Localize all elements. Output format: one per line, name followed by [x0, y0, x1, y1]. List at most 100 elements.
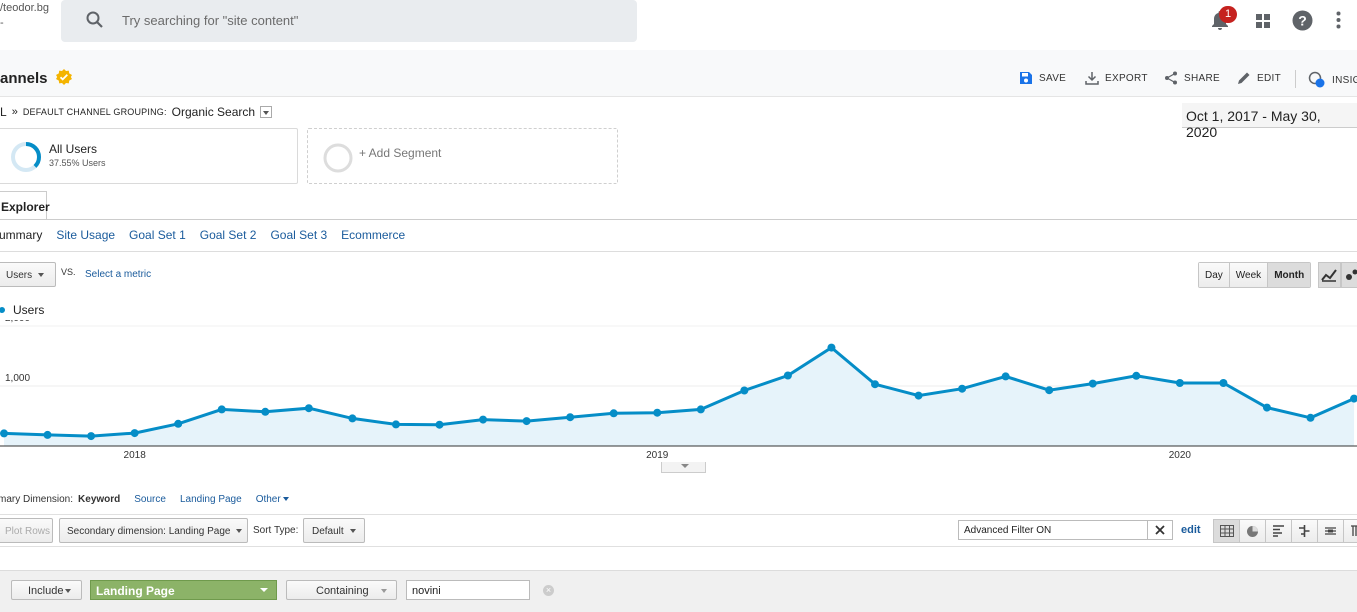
chevron-down-icon — [260, 588, 268, 592]
pivot-icon — [1351, 525, 1357, 536]
remove-filter-button[interactable]: × — [543, 585, 554, 596]
edit-button[interactable]: EDIT — [1237, 71, 1281, 85]
close-icon — [1155, 525, 1165, 535]
data-point — [1132, 371, 1141, 380]
apps-grid-icon — [1256, 14, 1270, 28]
performance-view-button[interactable] — [1266, 520, 1292, 542]
secondary-dimension-dropdown[interactable]: Secondary dimension: Landing Page — [59, 518, 248, 543]
breadcrumb-dropdown[interactable] — [260, 106, 273, 118]
subtab-summary[interactable]: ummary — [0, 228, 42, 242]
more-menu-button[interactable] — [1336, 11, 1341, 34]
add-segment-label: + Add Segment — [359, 146, 442, 160]
data-point — [871, 380, 879, 389]
data-point — [1306, 413, 1315, 422]
pivot-view-button[interactable] — [1344, 520, 1357, 542]
breadcrumb-prefix[interactable]: L — [0, 105, 7, 119]
breadcrumb-group-label: DEFAULT CHANNEL GROUPING: — [22, 107, 167, 117]
comparison-view-button[interactable] — [1292, 520, 1318, 542]
apps-button[interactable] — [1255, 13, 1271, 34]
bars-icon — [1273, 525, 1284, 537]
line-chart-button[interactable] — [1318, 262, 1341, 288]
metric-selected: Users — [6, 270, 33, 281]
select-metric-link[interactable]: Select a metric — [85, 269, 151, 280]
motion-chart-button[interactable] — [1340, 262, 1357, 288]
filter-value-input[interactable]: novini — [406, 580, 530, 600]
day-button[interactable]: Day — [1199, 263, 1230, 287]
tab-explorer[interactable]: Explorer — [0, 191, 50, 220]
share-button[interactable]: SHARE — [1164, 71, 1220, 85]
users-over-time-chart: 1,000 2,000 2018 2019 2020 — [0, 320, 1357, 461]
chevron-down-icon — [65, 589, 72, 594]
subtab-site-usage[interactable]: Site Usage — [56, 228, 115, 242]
property-name[interactable]: /teodor.bg — [0, 2, 49, 14]
data-point — [609, 409, 618, 418]
export-button[interactable]: EXPORT — [1085, 71, 1148, 85]
dimension-source[interactable]: Source — [134, 494, 166, 505]
save-button[interactable]: SAVE — [1019, 71, 1066, 85]
filter-dimension-dropdown[interactable]: Landing Page — [90, 580, 277, 600]
dimension-landing-page[interactable]: Landing Page — [180, 494, 242, 505]
scatter-chart-icon — [1345, 269, 1357, 280]
metric-dropdown[interactable]: Users — [0, 262, 56, 287]
plot-rows-button[interactable]: Plot Rows — [0, 518, 53, 543]
subtab-goal-set-2[interactable]: Goal Set 2 — [200, 228, 257, 242]
add-segment-button[interactable]: + Add Segment — [307, 128, 618, 184]
help-icon: ? — [1292, 10, 1313, 31]
advanced-filter-field[interactable]: Advanced Filter ON — [958, 520, 1148, 540]
segment-donut-icon — [11, 142, 41, 172]
filter-dimension-label: Landing Page — [96, 584, 175, 598]
dimension-keyword[interactable]: Keyword — [78, 494, 120, 505]
data-point — [479, 415, 488, 424]
primary-dimension-bar: mary Dimension: Keyword Source Landing P… — [0, 494, 289, 505]
subtab-goal-set-1[interactable]: Goal Set 1 — [129, 228, 186, 242]
week-button[interactable]: Week — [1229, 263, 1269, 287]
subtab-ecommerce[interactable]: Ecommerce — [341, 228, 405, 242]
data-point — [0, 429, 8, 438]
sort-type-dropdown[interactable]: Default — [303, 518, 365, 543]
chart-type-buttons — [1318, 262, 1357, 288]
chevron-down-icon — [263, 111, 270, 115]
empty-segment-icon — [323, 143, 353, 173]
date-range-picker[interactable]: Oct 1, 2017 - May 30, 2020 — [1182, 103, 1357, 140]
table-view-button[interactable] — [1214, 520, 1240, 542]
notifications-button[interactable]: 1 — [1210, 6, 1237, 32]
property-sub: - — [0, 17, 4, 29]
tab-divider — [0, 219, 1357, 220]
clear-filter-button[interactable] — [1148, 520, 1173, 540]
download-icon — [1085, 72, 1099, 85]
chevron-down-icon — [349, 529, 356, 534]
help-button[interactable]: ? — [1292, 10, 1313, 36]
vs-label: VS. — [61, 267, 76, 277]
x-tick-label: 2018 — [124, 450, 147, 461]
month-button[interactable]: Month — [1268, 263, 1311, 287]
top-bar: /teodor.bg - Try searching for "site con… — [0, 0, 1357, 50]
edit-filter-link[interactable]: edit — [1181, 524, 1201, 536]
search-input[interactable]: Try searching for "site content" — [61, 0, 637, 42]
primary-dimension-label: mary Dimension: — [0, 494, 74, 505]
chevron-down-icon — [681, 464, 689, 468]
breadcrumb-separator: » — [11, 106, 18, 118]
data-point — [435, 420, 444, 429]
dimension-other[interactable]: Other — [256, 494, 289, 505]
insights-button[interactable]: INSIG — [1308, 71, 1357, 89]
segment-all-users[interactable]: All Users 37.55% Users — [0, 128, 298, 184]
data-point — [348, 414, 357, 423]
save-icon — [1020, 72, 1032, 84]
data-point — [1001, 372, 1010, 381]
chart-collapse-handle[interactable] — [661, 462, 706, 473]
sort-type-value: Default — [312, 526, 344, 537]
term-cloud-view-button[interactable] — [1318, 520, 1344, 542]
data-point — [43, 430, 52, 439]
percentage-view-button[interactable] — [1240, 520, 1266, 542]
include-label: Include — [28, 585, 64, 597]
include-dropdown[interactable]: Include — [11, 580, 82, 600]
match-type-dropdown[interactable]: Containing — [286, 580, 397, 600]
subtab-goal-set-3[interactable]: Goal Set 3 — [270, 228, 327, 242]
breadcrumb-group-value: Organic Search — [171, 105, 256, 119]
chevron-down-icon — [236, 529, 243, 534]
verified-badge-icon — [55, 69, 72, 85]
explorer-subtabs: ummary Site Usage Goal Set 1 Goal Set 2 … — [0, 228, 405, 242]
report-header: annels SAVE EXPORT SHARE EDIT INSIG — [0, 50, 1357, 97]
save-label: SAVE — [1039, 72, 1067, 84]
data-point — [130, 429, 139, 438]
